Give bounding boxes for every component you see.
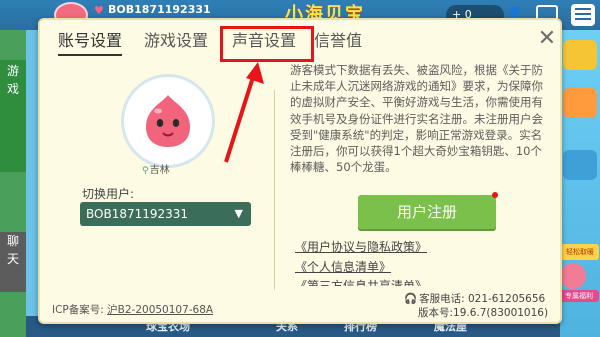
link-personal-info[interactable]: 《个人信息清单》	[295, 258, 391, 275]
tab-game[interactable]: 游 戏	[0, 60, 26, 172]
service-phone: 🎧 客服电话: 021-61205656	[404, 293, 546, 305]
icp-record: ICP备案号: 沪B2-20050107-68A	[52, 304, 214, 316]
location-label: ⚲吉林	[142, 165, 170, 176]
tab-account-settings[interactable]: 账号设置	[58, 30, 123, 56]
close-icon[interactable]: ✕	[536, 28, 558, 50]
side-button-news[interactable]	[563, 150, 597, 180]
slime-avatar-icon	[146, 95, 190, 147]
side-button-gift[interactable]	[563, 40, 597, 70]
side-button-event[interactable]	[563, 88, 597, 118]
pointer-arrow-icon	[224, 62, 264, 163]
tab-credit[interactable]: 信誉值	[314, 30, 362, 54]
icp-number-link[interactable]: 沪B2-20050107-68A	[107, 304, 213, 316]
link-third-party[interactable]: 《第三方信息共享清单》	[295, 277, 427, 286]
tab-chat[interactable]: 聊 天	[0, 232, 26, 292]
headset-icon: 🎧	[404, 293, 418, 305]
link-user-agreement[interactable]: 《用户协议与隐私政策》	[295, 238, 427, 255]
settings-dialog: 账号设置 游戏设置 声音设置 信誉值 ✕ ⚲吉林 切换用户: BOB187119…	[38, 18, 562, 324]
version-label: 版本号:19.6.7(83001016)	[418, 307, 549, 319]
account-avatar[interactable]	[121, 74, 215, 168]
shop-badge[interactable]: 专属福利	[559, 290, 599, 302]
column-divider	[274, 90, 275, 290]
event-badge[interactable]: 轻松取暖	[561, 244, 599, 260]
real-name-notice: 游客模式下数据有丢失、被盗风险，根据《关于防止未成年人沉迷网络游戏的通知》要求，…	[290, 63, 543, 175]
menu-icon[interactable]	[571, 4, 595, 26]
pet-icon[interactable]	[560, 263, 586, 289]
heart-icon: ♥	[94, 4, 104, 17]
register-button[interactable]: 用户注册	[358, 195, 496, 229]
chevron-down-icon: ▼	[234, 207, 243, 220]
tab-game-settings[interactable]: 游戏设置	[144, 30, 208, 54]
location-pin-icon: ⚲	[142, 166, 149, 176]
switch-user-label: 切换用户:	[82, 187, 135, 201]
notification-dot	[492, 192, 498, 198]
user-select[interactable]: BOB1871192331 ▼	[80, 202, 251, 226]
player-id: BOB1871192331	[108, 3, 211, 16]
sound-settings-highlight	[220, 26, 314, 62]
